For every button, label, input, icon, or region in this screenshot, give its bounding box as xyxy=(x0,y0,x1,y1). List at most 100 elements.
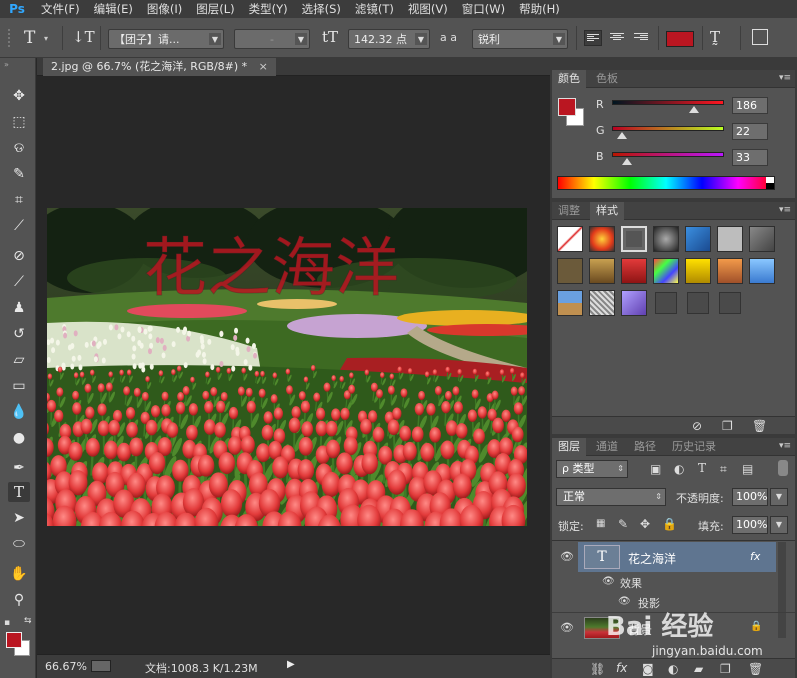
hand-tool-icon[interactable]: ✋ xyxy=(8,564,30,584)
style-swatch[interactable] xyxy=(621,290,647,316)
filter-pixel-icon[interactable]: ▣ xyxy=(650,462,661,476)
style-swatch[interactable] xyxy=(749,258,775,284)
quick-select-tool-icon[interactable]: ✎ xyxy=(8,164,30,184)
lock-transparent-icon[interactable]: ▦ xyxy=(596,518,605,529)
color-fg-swatch[interactable] xyxy=(558,98,576,116)
status-toggle-icon[interactable] xyxy=(91,660,111,672)
warp-text-icon[interactable]: T̰ xyxy=(710,28,720,46)
style-swatch[interactable] xyxy=(719,292,741,314)
style-swatch[interactable] xyxy=(687,292,709,314)
menu-select[interactable]: 选择(S) xyxy=(295,0,348,18)
channel-b-value[interactable]: 33 xyxy=(732,149,768,166)
menu-view[interactable]: 视图(V) xyxy=(401,0,455,18)
style-swatch[interactable] xyxy=(749,226,775,252)
trash-icon[interactable]: 🗑 xyxy=(752,419,767,433)
filter-toggle[interactable] xyxy=(778,460,788,476)
channel-r-thumb[interactable] xyxy=(688,106,699,113)
tab-swatches[interactable]: 色板 xyxy=(590,70,624,88)
preset-dropdown-icon[interactable]: ▾ xyxy=(44,34,48,43)
new-layer-icon[interactable]: ❐ xyxy=(720,662,731,676)
antialias-select[interactable]: 锐利 ▼ xyxy=(472,29,568,49)
style-swatch[interactable] xyxy=(655,292,677,314)
history-brush-tool-icon[interactable]: ↺ xyxy=(8,324,30,344)
status-menu-arrow-icon[interactable]: ▶ xyxy=(287,659,295,670)
style-swatch[interactable] xyxy=(557,226,583,252)
channel-g-slider[interactable] xyxy=(612,126,724,131)
collapse-arrows-icon[interactable]: » xyxy=(4,60,9,69)
tab-color[interactable]: 颜色 xyxy=(552,70,586,88)
clear-style-icon[interactable]: ⊘ xyxy=(692,419,702,433)
type-tool-preset-icon[interactable]: T xyxy=(24,28,35,48)
link-layers-icon[interactable]: ⛓ xyxy=(590,662,605,676)
panel-menu-icon[interactable]: ▾≡ xyxy=(779,441,791,451)
tab-paths[interactable]: 路径 xyxy=(628,438,662,456)
layer-row-text[interactable]: 👁 T 花之海洋 fx xyxy=(552,542,795,638)
tab-history[interactable]: 历史记录 xyxy=(666,438,722,456)
font-size-input[interactable]: 142.32 点 ▼ xyxy=(348,29,430,49)
brush-tool-icon[interactable]: ⟋ xyxy=(8,272,30,292)
channel-g-thumb[interactable] xyxy=(617,132,628,139)
layer-effect-drop-shadow[interactable]: 👁 投影 xyxy=(552,592,795,612)
channel-b-slider[interactable] xyxy=(612,152,724,157)
style-swatch[interactable] xyxy=(589,290,615,316)
ellipse-tool-icon[interactable]: ⬭ xyxy=(8,534,30,554)
eye-icon[interactable]: 👁 xyxy=(602,576,615,587)
panel-menu-icon[interactable]: ▾≡ xyxy=(779,205,791,215)
style-swatch[interactable] xyxy=(621,226,647,252)
eye-icon[interactable]: 👁 xyxy=(560,621,574,634)
menu-file[interactable]: 文件(F) xyxy=(34,0,87,18)
move-tool-icon[interactable]: ✥ xyxy=(8,86,30,106)
tab-adjustments[interactable]: 调整 xyxy=(552,202,586,220)
style-swatch[interactable] xyxy=(621,258,647,284)
align-center-button[interactable] xyxy=(608,30,626,46)
layer-name[interactable]: 花之海洋 xyxy=(628,550,676,567)
new-style-icon[interactable]: ❐ xyxy=(722,419,733,433)
text-color-swatch[interactable] xyxy=(666,31,694,47)
toggle-text-orientation-icon[interactable]: ↓T xyxy=(72,28,95,46)
default-colors-icon[interactable]: ▪ xyxy=(4,618,10,628)
zoom-level[interactable]: 66.67% xyxy=(45,660,87,673)
fill-input[interactable]: 100% xyxy=(732,516,768,534)
layer-filter-select[interactable]: ρ 类型 ⇕ xyxy=(556,460,628,478)
align-left-button[interactable] xyxy=(584,30,602,46)
close-icon[interactable]: × xyxy=(259,60,268,73)
lock-position-icon[interactable]: ✥ xyxy=(640,517,650,531)
layer-effects-row[interactable]: 👁 效果 xyxy=(552,572,795,592)
path-selection-tool-icon[interactable]: ➤ xyxy=(8,508,30,528)
clone-stamp-tool-icon[interactable]: ♟ xyxy=(8,298,30,318)
dodge-tool-icon[interactable]: ● xyxy=(8,428,30,448)
font-family-select[interactable]: 【团子】请... ▼ xyxy=(108,29,224,49)
image-canvas[interactable]: 花之海洋 xyxy=(47,208,527,526)
eraser-tool-icon[interactable]: ▱ xyxy=(8,350,30,370)
layer-row-background[interactable]: 👁 背景 🔒 xyxy=(552,612,795,642)
pen-tool-icon[interactable]: ✒ xyxy=(8,458,30,478)
tab-styles[interactable]: 样式 xyxy=(590,202,624,220)
font-style-select[interactable]: - ▼ xyxy=(234,29,310,49)
eye-icon[interactable]: 👁 xyxy=(560,550,574,563)
tab-layers[interactable]: 图层 xyxy=(552,438,586,456)
document-tab[interactable]: 2.jpg @ 66.7% (花之海洋, RGB/8#) * × xyxy=(43,58,276,76)
add-style-icon[interactable]: fx xyxy=(616,661,627,675)
foreground-color-swatch[interactable] xyxy=(6,632,22,648)
filter-type-icon[interactable]: T xyxy=(698,461,706,475)
align-right-button[interactable] xyxy=(632,30,650,46)
marquee-tool-icon[interactable]: ⬚ xyxy=(8,112,30,132)
fx-icon[interactable]: fx xyxy=(750,550,760,563)
filter-adjustment-icon[interactable]: ◐ xyxy=(674,462,684,476)
style-swatch[interactable] xyxy=(717,226,743,252)
lasso-tool-icon[interactable]: ଡ xyxy=(8,138,30,158)
style-swatch[interactable] xyxy=(653,258,679,284)
menu-type[interactable]: 类型(Y) xyxy=(242,0,295,18)
blend-mode-select[interactable]: 正常 ⇕ xyxy=(556,488,666,506)
channel-r-slider[interactable] xyxy=(612,100,724,105)
opacity-input[interactable]: 100% xyxy=(732,488,768,506)
swap-colors-icon[interactable]: ⇆ xyxy=(24,616,32,626)
tab-channels[interactable]: 通道 xyxy=(590,438,624,456)
channel-b-thumb[interactable] xyxy=(621,158,632,165)
add-mask-icon[interactable]: ◙ xyxy=(642,662,654,676)
eye-icon[interactable]: 👁 xyxy=(618,596,631,607)
channel-g-value[interactable]: 22 xyxy=(732,123,768,140)
trash-icon[interactable]: 🗑 xyxy=(748,662,763,676)
layer-name[interactable]: 背景 xyxy=(628,621,652,638)
color-spectrum-bar[interactable] xyxy=(557,176,775,190)
